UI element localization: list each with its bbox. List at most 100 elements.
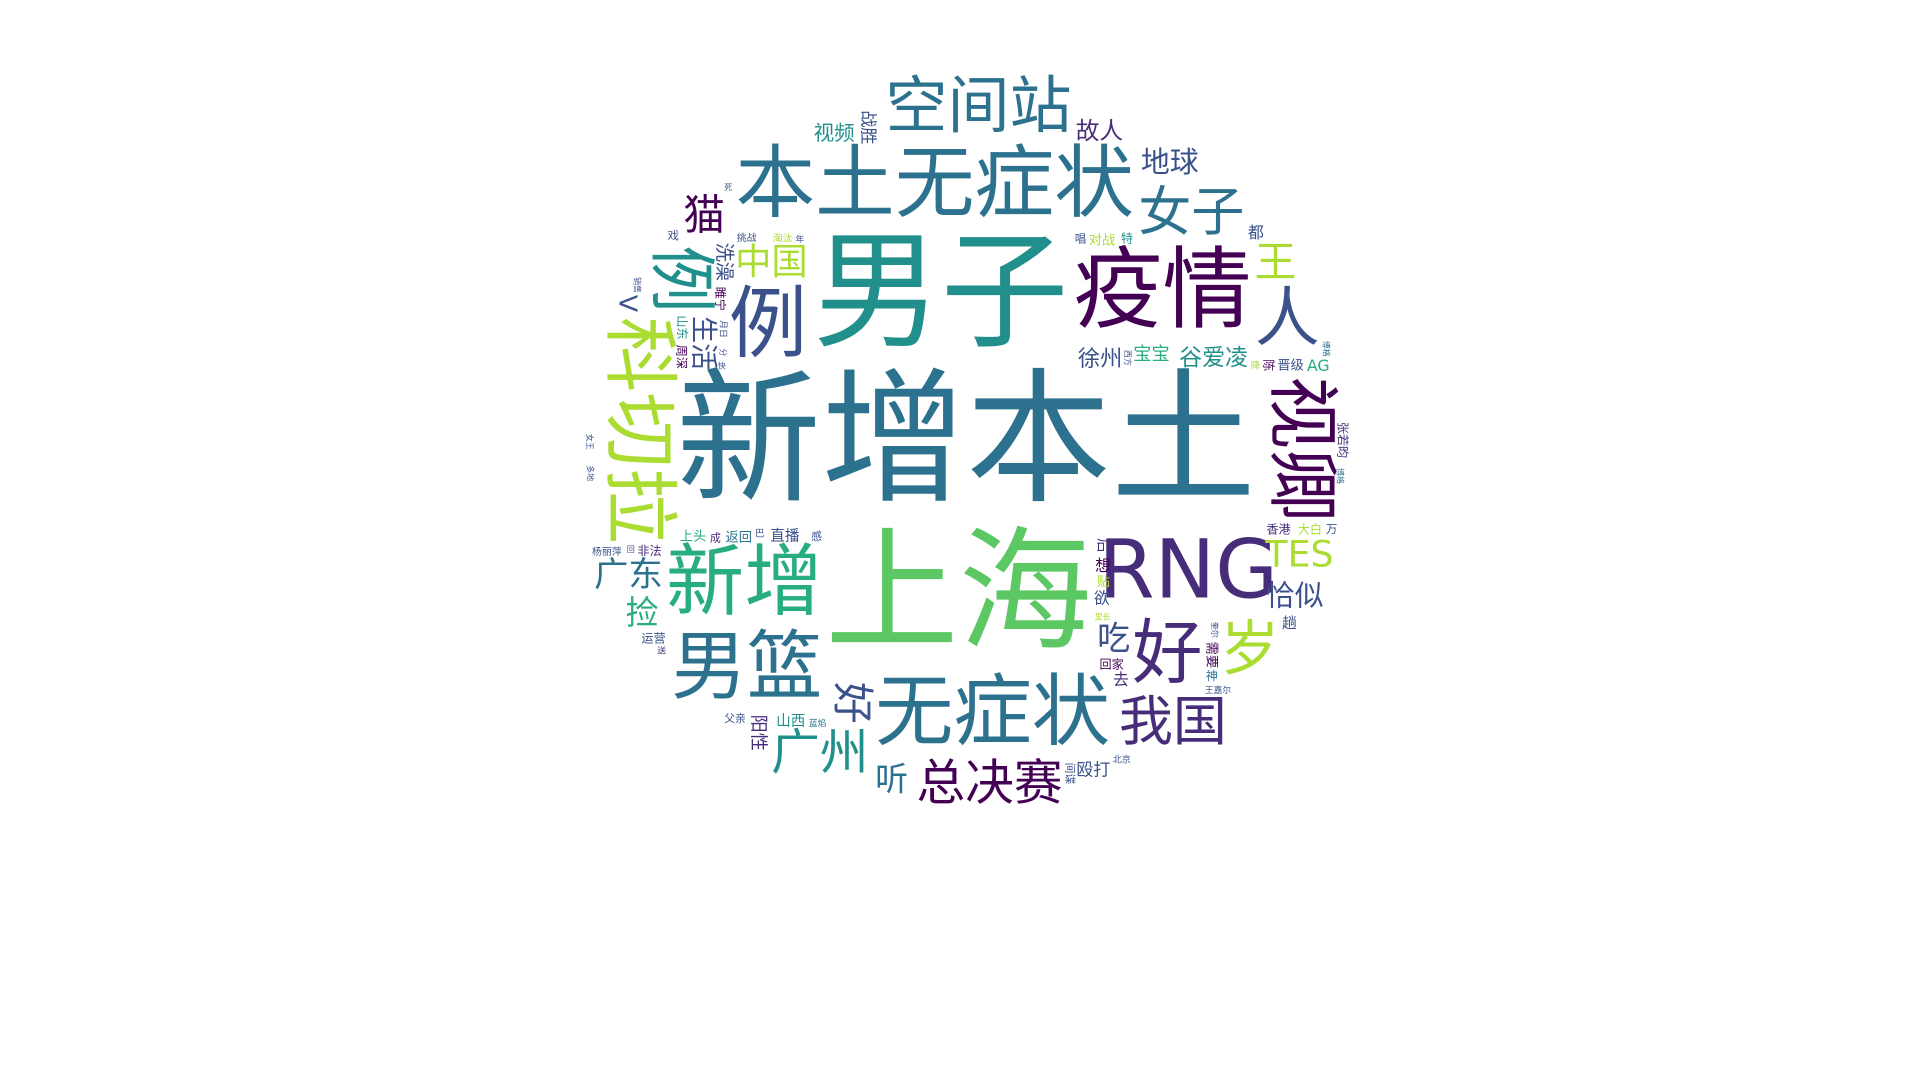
cloud-word: 成: [710, 532, 721, 545]
cloud-word: 父亲: [724, 711, 746, 725]
cloud-word: 神: [1206, 669, 1218, 683]
cloud-word: 恰似: [1266, 579, 1324, 613]
cloud-word: 对战: [1089, 232, 1116, 248]
cloud-word: 女王: [585, 434, 595, 450]
cloud-word: 猫: [683, 191, 725, 240]
cloud-word: 视卿: [1259, 376, 1344, 522]
cloud-word: 总决赛: [916, 756, 1062, 812]
cloud-word: 贴: [1097, 574, 1110, 590]
cloud-word: 徐州: [1078, 346, 1122, 372]
cloud-word: 送: [657, 645, 666, 657]
cloud-word: 地球: [1141, 145, 1199, 179]
cloud-word: 都: [1248, 223, 1264, 242]
cloud-word: 宝宝: [1133, 344, 1169, 365]
cloud-word: 女子: [1138, 181, 1244, 243]
cloud-word: 博格: [1321, 340, 1331, 356]
cloud-word: 视频: [814, 121, 855, 145]
cloud-word: 空间站: [885, 69, 1071, 142]
cloud-word: 好: [828, 682, 877, 724]
cloud-word: 大白: [1298, 521, 1322, 536]
cloud-word: 王: [1255, 237, 1297, 286]
cloud-word: 挑战: [737, 231, 757, 244]
cloud-word: 降: [1251, 360, 1261, 372]
cloud-word: 香港: [1266, 523, 1290, 537]
cloud-word: 万: [1326, 522, 1338, 536]
cloud-word: 殴打: [1076, 761, 1110, 781]
cloud-word: 岁: [1220, 616, 1279, 685]
cloud-word: 科切拉: [596, 317, 684, 544]
cloud-word: 里长: [1095, 612, 1111, 622]
cloud-word: 故人: [1076, 117, 1123, 145]
cloud-word: 运营: [641, 631, 665, 645]
cloud-word: 快: [718, 361, 726, 371]
cloud-word: 需要: [1204, 642, 1220, 669]
cloud-word: 睢宁: [713, 287, 728, 311]
cloud-word: 淘汰: [773, 231, 793, 244]
cloud-word: 非法: [637, 544, 661, 558]
cloud-word: 本土无症状: [735, 137, 1133, 230]
cloud-word: 间谍: [1064, 763, 1077, 785]
cloud-word: 回: [627, 545, 635, 554]
cloud-word: 中国: [735, 240, 808, 283]
cloud-word: 奎尔: [1210, 622, 1220, 638]
cloud-word: 销售: [632, 277, 642, 293]
cloud-word: 生活: [688, 316, 719, 370]
cloud-word: 新增本土: [676, 356, 1256, 525]
word-cloud: 新增本土上海 男子本土无症状疫情 RNG 新增无症状 例科切拉男篮 视卿好 例 女子人 空间站总…: [585, 69, 1351, 812]
cloud-word: 欲: [1094, 588, 1110, 607]
cloud-word: 趟: [1282, 615, 1297, 632]
cloud-word: 西方: [1123, 350, 1133, 366]
cloud-word: 吃: [1097, 618, 1130, 657]
cloud-word: 年: [795, 233, 804, 245]
cloud-word: 例: [729, 279, 807, 370]
cloud-word: 直播: [770, 527, 800, 544]
cloud-word: 新增: [666, 536, 823, 627]
cloud-word: 蓝焰: [809, 717, 827, 729]
cloud-word: 特: [1121, 230, 1133, 245]
cloud-word: 后: [1095, 538, 1112, 553]
cloud-word: 广州: [771, 725, 868, 781]
cloud-word: 多地: [586, 465, 596, 481]
cloud-word: 谷爱凌: [1179, 345, 1248, 371]
cloud-word: 回家: [1099, 657, 1123, 672]
cloud-word: 感: [811, 529, 822, 543]
cloud-word: 男篮: [671, 622, 822, 710]
cloud-word: 陈: [1262, 359, 1277, 371]
cloud-word: 返回: [726, 530, 753, 546]
cloud-word: 巴: [755, 529, 764, 540]
cloud-word: 想: [1095, 556, 1111, 575]
cloud-word: RNG: [1098, 524, 1278, 618]
cloud-word: 阳性: [748, 715, 769, 751]
cloud-word: 洗澡: [713, 243, 736, 281]
cloud-word: 晋级: [1277, 357, 1304, 373]
cloud-word: 无症状: [875, 666, 1110, 757]
cloud-word: 战胜: [857, 110, 877, 144]
cloud-word: 博格: [1336, 468, 1346, 484]
cloud-word: V: [613, 295, 642, 313]
cloud-word: 我国: [1119, 690, 1227, 753]
cloud-word: 北京: [1113, 754, 1131, 766]
cloud-word: TES: [1264, 533, 1333, 576]
cloud-word: 周深: [674, 345, 688, 369]
cloud-word: 王嘉尔: [1205, 684, 1232, 696]
cloud-word: 广东: [594, 555, 663, 595]
cloud-word: 听: [875, 759, 908, 798]
cloud-word: 上头: [680, 529, 707, 545]
cloud-word: 山西: [776, 712, 805, 729]
cloud-word: 死: [724, 183, 732, 192]
cloud-word: 山东: [675, 315, 689, 339]
word-cloud-canvas: 新增本土 上海 男子 本土无症状 疫情 RNG 新增 无症状 例科切拉 男篮 视卿好 例 女子人 空间站总…: [0, 0, 1920, 1080]
cloud-word: 好: [1132, 612, 1202, 694]
cloud-word: 唱: [1075, 232, 1087, 246]
cloud-word: 分: [718, 348, 727, 356]
cloud-word: 男子: [813, 219, 1068, 367]
cloud-word: 去: [1113, 670, 1129, 689]
cloud-word: 张若昀: [1336, 422, 1351, 458]
cloud-word: 戏: [667, 229, 679, 243]
cloud-word: 上海: [825, 515, 1092, 670]
cloud-word: 月日: [718, 320, 729, 338]
cloud-word: 疫情: [1073, 239, 1251, 343]
cloud-word: 人: [1255, 281, 1320, 356]
cloud-word: AG: [1307, 356, 1330, 375]
cloud-word: 杨丽萍: [592, 545, 622, 558]
